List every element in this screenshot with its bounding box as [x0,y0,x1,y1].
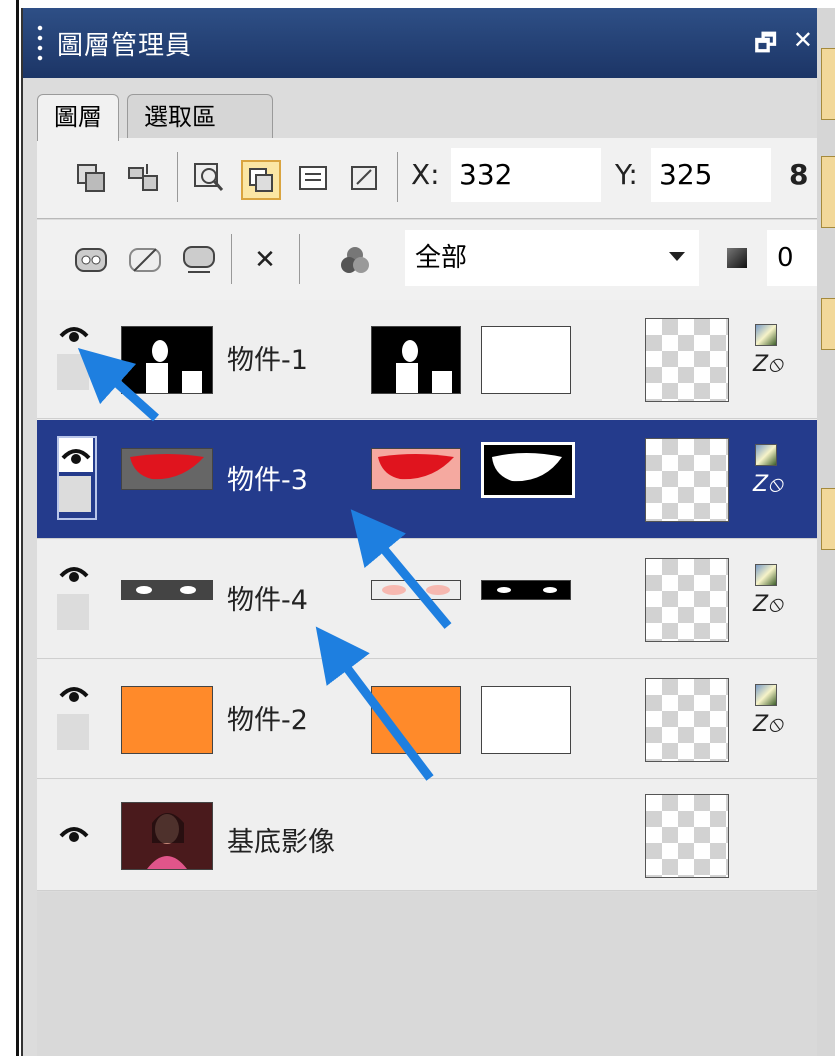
duplicate-layer-icon[interactable] [73,160,109,196]
layer-name[interactable]: 物件-4 [227,578,308,617]
window-title: 圖層管理員 [57,30,193,61]
layer-mask-thumbnail [371,686,461,754]
layer-mask-thumbnail-white [481,580,571,600]
toolbar-separator [231,234,232,284]
mask-mode-icon[interactable]: Z⦸ [753,352,782,377]
toolbar-bottom: ✕ 全部 0 [37,220,819,301]
layer-mask-thumbnail-white [481,686,571,754]
eye-icon[interactable] [57,676,91,710]
toolbar-top: X: 332 Y: 325 8 [37,138,819,219]
link-icon[interactable]: 8 [789,158,808,191]
merge-layer-icon[interactable] [125,160,161,196]
layer-manager-panel: 圖層管理員 🗗 ✕ 圖層 選取區 X: 332 Y: 325 8 ✕ 全部 0 … [21,8,819,1056]
gradient-icon[interactable] [755,324,777,346]
visibility-toggle[interactable] [57,316,93,396]
toolbar-separator [177,152,178,202]
close-button[interactable]: ✕ [793,26,813,67]
tab-layers[interactable]: 圖層 [37,94,119,141]
mask-add-icon[interactable] [73,242,109,278]
layer-row-selected[interactable]: 物件-3 Z⦸ [37,420,819,539]
transparency-thumbnail [645,318,729,402]
dock-tab[interactable] [821,48,835,120]
layer-row[interactable]: 物件-2 Z⦸ [37,660,819,779]
transparency-thumbnail [645,678,729,762]
visibility-toggle[interactable] [57,676,93,756]
eye-icon[interactable] [57,556,91,590]
layer-row-base[interactable]: 基底影像 [37,780,819,891]
y-label: Y: [615,158,638,191]
dock-tab[interactable] [821,298,835,350]
layer-name[interactable]: 物件-3 [227,458,308,497]
tab-selection[interactable]: 選取區 [127,94,273,139]
gradient-icon[interactable] [755,444,777,466]
title-bar[interactable]: 圖層管理員 🗗 ✕ [23,8,819,78]
visibility-toggle[interactable] [57,436,97,520]
channels-icon[interactable] [337,242,373,278]
eye-icon[interactable] [59,438,93,472]
opacity-input[interactable]: 0 [767,230,819,286]
layer-name[interactable]: 基底影像 [227,820,335,859]
restore-button[interactable]: 🗗 [754,26,777,67]
chevron-down-icon[interactable] [669,252,685,261]
layer-thumbnail [121,326,213,394]
layer-thumbnail [121,580,213,600]
gradient-icon[interactable] [755,684,777,706]
base-image-thumbnail [121,802,213,870]
empty-layer-area [37,892,819,1056]
delete-icon[interactable]: ✕ [247,242,283,278]
eye-icon[interactable] [57,816,91,850]
transparency-thumbnail [645,438,729,522]
layer-thumbnail [121,686,213,754]
layer-mask-thumbnail-white [481,442,575,498]
layer-list: 物件-1 Z⦸ 物件-3 Z⦸ 物件-4 Z⦸ 物件-2 Z⦸ 基底影像 [37,300,819,891]
mask-remove-icon[interactable] [127,242,163,278]
window-frame-left [16,0,19,1056]
x-coordinate-input[interactable]: 332 [451,148,601,202]
mask-mode-icon[interactable]: Z⦸ [753,472,782,497]
opacity-icon [727,248,747,268]
mask-mode-icon[interactable]: Z⦸ [753,712,782,737]
mask-mode-icon[interactable]: Z⦸ [753,592,782,617]
dock-tab[interactable] [821,156,835,228]
layer-mask-thumbnail-white [481,326,571,394]
channel-dropdown[interactable]: 全部 [405,230,699,286]
right-dock-strip [817,8,835,1056]
y-coordinate-input[interactable]: 325 [651,148,771,202]
toolbar-separator [299,234,300,284]
zoom-layer-icon[interactable] [191,160,227,196]
lock-slot[interactable] [57,594,89,630]
x-label: X: [411,158,440,191]
transform-icon[interactable] [347,160,383,196]
dock-tab[interactable] [821,488,835,550]
thumbnail-view-icon[interactable] [241,160,281,200]
layer-name[interactable]: 物件-1 [227,338,308,377]
visibility-toggle[interactable] [57,816,93,896]
transparency-thumbnail [645,794,729,878]
layer-row[interactable]: 物件-4 Z⦸ [37,540,819,659]
toolbar-separator [397,152,398,202]
layer-mask-thumbnail [371,448,461,490]
drag-grip-icon[interactable] [37,23,43,63]
eye-icon[interactable] [57,316,91,350]
layer-thumbnail [121,448,213,490]
layer-name[interactable]: 物件-2 [227,698,308,737]
lock-slot[interactable] [57,354,89,390]
lock-slot[interactable] [59,476,91,512]
layer-mask-thumbnail [371,580,461,600]
properties-icon[interactable] [295,160,331,196]
lock-slot[interactable] [57,714,89,750]
transparency-thumbnail [645,558,729,642]
mask-link-icon[interactable] [181,242,217,278]
layer-mask-thumbnail [371,326,461,394]
layer-row[interactable]: 物件-1 Z⦸ [37,300,819,419]
visibility-toggle[interactable] [57,556,93,636]
tab-strip: 圖層 選取區 [23,84,819,141]
gradient-icon[interactable] [755,564,777,586]
